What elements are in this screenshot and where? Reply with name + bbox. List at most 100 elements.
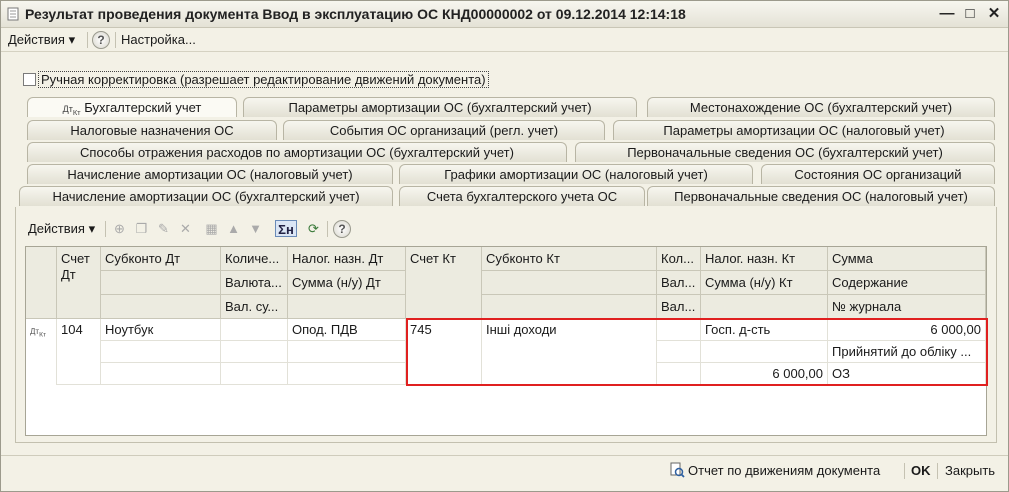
cell-tax-sum-kt[interactable]: 6 000,00 — [701, 363, 828, 385]
tab-os-states[interactable]: Состояния ОС организаций — [761, 164, 995, 184]
header-empty — [482, 295, 657, 319]
bottom-bar: Отчет по движениям документа OK Закрыть — [1, 455, 1008, 483]
header-tax-purpose-kt[interactable]: Налог. назн. Кт — [701, 247, 828, 271]
tab-expense-methods[interactable]: Способы отражения расходов по амортизаци… — [27, 142, 567, 162]
cell-quantity[interactable] — [221, 319, 288, 341]
close-window-button[interactable]: ✕ — [984, 5, 1004, 23]
header-empty — [101, 295, 221, 319]
manual-correction-checkbox[interactable] — [23, 73, 36, 86]
postings-table: Счет Дт Субконто Дт Количе... Валюта... … — [25, 246, 987, 436]
tab-depreciation-params-tax[interactable]: Параметры амортизации ОС (налоговый учет… — [613, 120, 995, 140]
sum-icon[interactable]: Σн — [275, 220, 297, 237]
menu-separator — [87, 32, 88, 48]
header-quantity-kt[interactable]: Кол... — [657, 247, 701, 271]
header-tax-sum-dt[interactable]: Сумма (н/у) Дт — [288, 271, 406, 295]
tab-depreciation-params-accounting[interactable]: Параметры амортизации ОС (бухгалтерский … — [243, 97, 637, 117]
toolbar-separator — [105, 221, 106, 237]
toolbar-separator — [327, 221, 328, 237]
window-title: Результат проведения документа Ввод в эк… — [25, 6, 686, 22]
help-icon[interactable]: ? — [92, 31, 110, 49]
tab-depreciation-accrual-tax[interactable]: Начисление амортизации ОС (налоговый уче… — [27, 164, 393, 184]
header-account-kt[interactable]: Счет Кт — [406, 247, 482, 319]
copy-icon[interactable]: ❐ — [133, 220, 150, 237]
document-result-window: Результат проведения документа Ввод в эк… — [0, 0, 1009, 492]
header-subkonto-dt[interactable]: Субконто Дт — [101, 247, 221, 271]
cell-tax-purpose-dt[interactable]: Опод. ПДВ — [288, 319, 406, 341]
fill-icon[interactable]: ▦ — [203, 220, 220, 237]
tab-label: Бухгалтерский учет — [84, 100, 202, 115]
grid-help-icon[interactable]: ? — [333, 220, 351, 238]
header-empty — [101, 271, 221, 295]
tab-os-events[interactable]: События ОС организаций (регл. учет) — [283, 120, 605, 140]
header-currency-sum[interactable]: Вал. су... — [221, 295, 288, 319]
cell-currency-sum[interactable] — [221, 363, 288, 385]
move-down-icon[interactable]: ▼ — [247, 220, 264, 237]
tab-depreciation-schedules[interactable]: Графики амортизации ОС (налоговый учет) — [399, 164, 753, 184]
title-bar: Результат проведения документа Ввод в эк… — [1, 1, 1008, 28]
cell-tax-purpose-kt[interactable]: Госп. д-сть — [701, 319, 828, 341]
cell-empty[interactable] — [101, 341, 221, 363]
ok-button[interactable]: OK — [911, 463, 931, 478]
cell-currency-kt[interactable] — [657, 341, 701, 363]
settings-menu[interactable]: Настройка... — [121, 32, 196, 47]
cell-empty[interactable] — [701, 341, 828, 363]
document-icon — [7, 7, 19, 21]
header-tax-sum-kt[interactable]: Сумма (н/у) Кт — [701, 271, 828, 295]
grid-toolbar: Действия ▾ ⊕ ❐ ✎ ✕ ▦ ▲ ▼ Σн ⟳ ? — [25, 217, 985, 241]
bottom-separator — [937, 463, 938, 479]
cell-journal[interactable]: ОЗ — [828, 363, 986, 385]
report-icon — [670, 462, 685, 478]
header-empty — [701, 295, 828, 319]
manual-correction-label[interactable]: Ручная корректировка (разрешает редактир… — [38, 71, 489, 88]
dt-kt-icon: ДтКт — [30, 327, 47, 339]
header-account-dt[interactable]: Счет Дт — [57, 247, 101, 319]
cell-account-dt[interactable]: 104 — [57, 319, 101, 385]
header-currency[interactable]: Валюта... — [221, 271, 288, 295]
actions-menu[interactable]: Действия ▾ — [8, 32, 75, 48]
tab-depreciation-accrual-accounting[interactable]: Начисление амортизации ОС (бухгалтерский… — [19, 186, 393, 206]
cell-amount[interactable]: 6 000,00 — [828, 319, 986, 341]
cell-currency-sum-kt[interactable] — [657, 363, 701, 385]
movements-report-button[interactable]: Отчет по движениям документа — [688, 463, 880, 478]
header-tax-purpose-dt[interactable]: Налог. назн. Дт — [288, 247, 406, 271]
tab-accounting-accounts[interactable]: Счета бухгалтерского учета ОС — [399, 186, 645, 206]
cell-subkonto-dt[interactable]: Ноутбук — [101, 319, 221, 341]
header-subkonto-kt[interactable]: Субконто Кт — [482, 247, 657, 271]
cell-account-kt[interactable]: 745 — [406, 319, 482, 385]
close-button[interactable]: Закрыть — [945, 463, 995, 478]
move-up-icon[interactable]: ▲ — [225, 220, 242, 237]
add-icon[interactable]: ⊕ — [111, 220, 128, 237]
tab-tax-purposes[interactable]: Налоговые назначения ОС — [27, 120, 277, 140]
maximize-button[interactable]: □ — [960, 5, 980, 23]
header-content[interactable]: Содержание — [828, 271, 986, 295]
grid-actions-menu[interactable]: Действия ▾ — [28, 221, 95, 237]
cell-content[interactable]: Прийнятий до обліку ... — [828, 341, 986, 363]
header-empty — [482, 271, 657, 295]
refresh-icon[interactable]: ⟳ — [305, 220, 322, 237]
header-journal[interactable]: № журнала — [828, 295, 986, 319]
edit-icon[interactable]: ✎ — [155, 220, 172, 237]
header-quantity[interactable]: Количе... — [221, 247, 288, 271]
cell-currency[interactable] — [221, 341, 288, 363]
delete-icon[interactable]: ✕ — [177, 220, 194, 237]
header-empty — [288, 295, 406, 319]
cell-quantity-kt[interactable] — [657, 319, 701, 341]
cell-tax-sum-dt[interactable] — [288, 341, 406, 363]
cell-empty[interactable] — [288, 363, 406, 385]
cell-subkonto-kt[interactable]: Інші доходи — [482, 319, 657, 385]
bottom-separator — [904, 463, 905, 479]
dt-kt-icon: ДтКт — [62, 104, 81, 117]
table-header-icon-col — [26, 247, 57, 319]
tab-initial-info-tax[interactable]: Первоначальные сведения ОС (налоговый уч… — [647, 186, 995, 206]
row-icon-cell[interactable]: ДтКт — [26, 319, 57, 385]
header-currency-kt[interactable]: Вал... — [657, 271, 701, 295]
menu-bar: Действия ▾ ? Настройка... — [1, 28, 1008, 52]
minimize-button[interactable]: — — [937, 5, 957, 23]
tab-initial-info-accounting[interactable]: Первоначальные сведения ОС (бухгалтерски… — [575, 142, 995, 162]
tab-location-accounting[interactable]: Местонахождение ОС (бухгалтерский учет) — [647, 97, 995, 117]
header-amount[interactable]: Сумма — [828, 247, 986, 271]
cell-empty[interactable] — [101, 363, 221, 385]
menu-separator — [115, 32, 116, 48]
tab-accounting[interactable]: ДтКт Бухгалтерский учет — [27, 97, 237, 117]
header-currency-sum-kt[interactable]: Вал... — [657, 295, 701, 319]
